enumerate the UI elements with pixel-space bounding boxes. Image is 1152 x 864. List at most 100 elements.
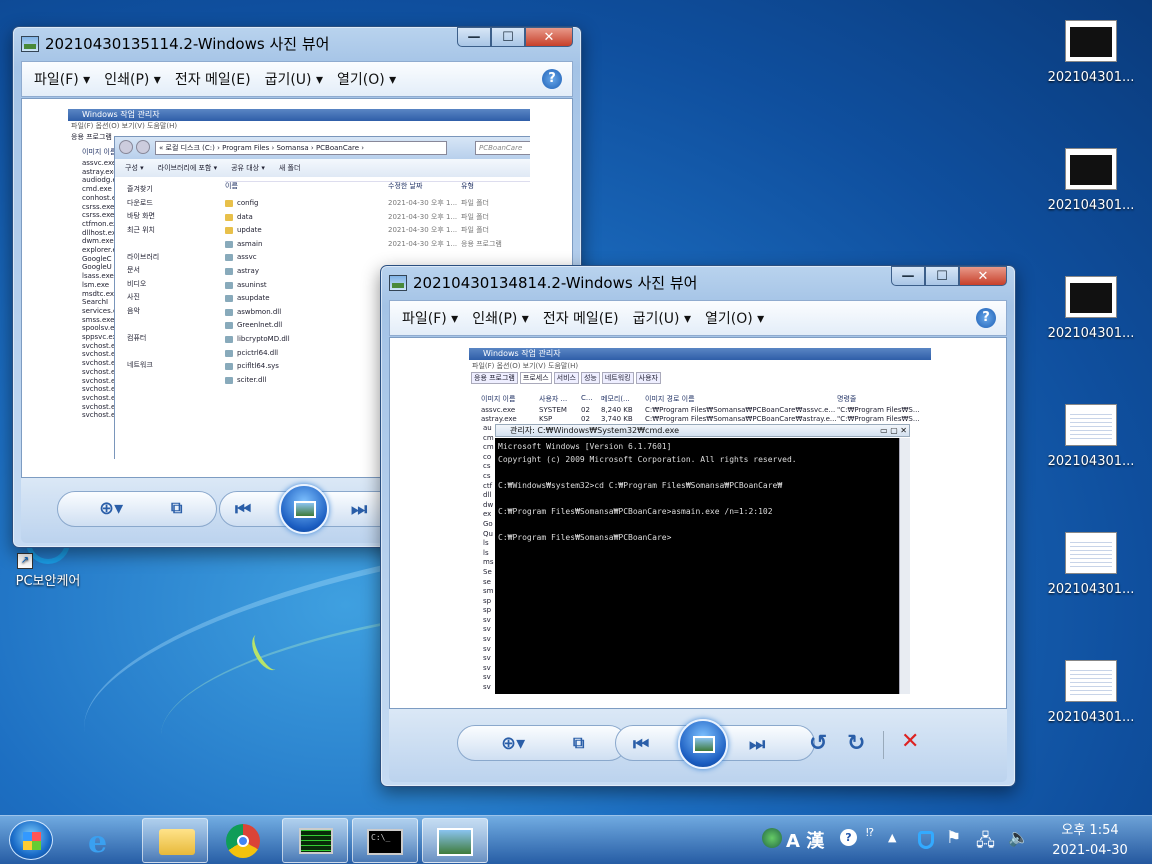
desktop-icon-screenshot[interactable]: 202104301... xyxy=(1041,660,1141,725)
slideshow-button[interactable] xyxy=(678,719,728,769)
taskbar-explorer[interactable] xyxy=(142,818,208,863)
cmd-line: C:₩Windows₩system32>cd C:₩Program Files₩… xyxy=(498,481,783,490)
help-icon[interactable]: ? xyxy=(976,308,996,328)
process-name: sv xyxy=(483,615,491,624)
menu-open[interactable]: 열기(O) ▾ xyxy=(705,308,764,328)
process-name: ms xyxy=(483,558,494,567)
process-name: sv xyxy=(483,683,491,692)
zoom-icon[interactable]: ⊕▾ xyxy=(99,498,123,519)
forward-icon xyxy=(136,140,150,154)
file-row: data 2021-04-30 오후 1... 파일 폴더 xyxy=(225,211,530,225)
menu-email[interactable]: 전자 메일(E) xyxy=(175,69,251,89)
next-icon[interactable]: ⏭ xyxy=(749,734,765,755)
file-icon xyxy=(225,295,233,303)
desktop-icon-screenshot[interactable]: 202104301... xyxy=(1041,148,1141,213)
file-icon xyxy=(225,335,233,343)
next-icon[interactable]: ⏭ xyxy=(351,499,367,520)
security-agent-icon[interactable] xyxy=(918,831,934,849)
process-name: dll xyxy=(483,491,492,500)
cmd-line: C:₩Program Files₩Somansa₩PCBoanCare>asma… xyxy=(498,507,773,516)
minimize-button[interactable]: — xyxy=(891,266,925,286)
file-icon xyxy=(225,254,233,262)
file-icon xyxy=(225,200,233,207)
process-name: sv xyxy=(483,673,491,682)
cmd-console[interactable]: Microsoft Windows [Version 6.1.7601] Copy… xyxy=(495,438,899,694)
rotate-left-icon[interactable]: ↺ xyxy=(809,731,827,756)
maximize-button[interactable]: ☐ xyxy=(925,266,959,286)
menu-open[interactable]: 열기(O) ▾ xyxy=(337,69,396,89)
help-icon[interactable]: ? xyxy=(542,69,562,89)
volume-icon[interactable]: 🔈 xyxy=(1008,828,1029,848)
desktop-icon-screenshot[interactable]: 202104301... xyxy=(1041,404,1141,469)
ime-indicator[interactable]: A 漢 xyxy=(786,827,824,853)
taskbar: e C:\_ A 漢 ? ⁉ ▲ ⚑ 🖧 🔈 오후 1:54 2021-04-3… xyxy=(0,815,1152,864)
window-title: 20210430134814.2-Windows 사진 뷰어 xyxy=(389,272,697,293)
menu-burn[interactable]: 굽기(U) ▾ xyxy=(633,308,691,328)
ime-options-icon[interactable]: ⁉ xyxy=(866,826,874,839)
file-name: libcryptoMD.dll xyxy=(237,334,290,343)
desktop-icon-label: PC보안케어 xyxy=(15,574,81,589)
desktop-icon-screenshot[interactable]: 202104301... xyxy=(1041,20,1141,85)
network-icon[interactable]: 🖧 xyxy=(976,828,995,857)
file-type: 파일 폴더 xyxy=(461,212,489,221)
photo-viewer-window-front[interactable]: 20210430134814.2-Windows 사진 뷰어 — ☐ ✕ 파일(… xyxy=(380,265,1016,787)
menu-file[interactable]: 파일(F) ▾ xyxy=(402,308,458,328)
file-date: 2021-04-30 오후 1... xyxy=(388,239,458,248)
cmd-line: Copyright (c) 2009 Microsoft Corporation… xyxy=(498,455,797,464)
menu-burn[interactable]: 굽기(U) ▾ xyxy=(265,69,323,89)
file-icon xyxy=(225,267,233,275)
desktop-icon-screenshot[interactable]: 202104301... xyxy=(1041,276,1141,341)
file-name: assvc xyxy=(237,253,257,262)
language-bar-icon[interactable] xyxy=(762,828,782,848)
fit-window-icon[interactable]: ⧉ xyxy=(573,733,584,753)
ime-help-icon[interactable]: ? xyxy=(840,829,857,846)
process-name: ctf xyxy=(483,481,493,490)
slideshow-button[interactable] xyxy=(279,484,329,534)
desktop-icon-label: 202104301... xyxy=(1047,454,1135,469)
nav-pane-item: 최근 위치 xyxy=(127,225,155,234)
action-center-flag-icon[interactable]: ⚑ xyxy=(946,828,961,848)
close-button[interactable]: ✕ xyxy=(959,266,1007,286)
taskbar-task-manager[interactable] xyxy=(282,818,348,863)
cmd-scrollbar[interactable] xyxy=(899,438,910,694)
previous-icon[interactable]: ⏮ xyxy=(633,734,649,755)
delete-icon[interactable]: ✕ xyxy=(901,729,919,754)
zoom-icon[interactable]: ⊕▾ xyxy=(501,733,525,754)
process-name: ls xyxy=(483,539,489,548)
file-type: 파일 폴더 xyxy=(461,199,489,207)
taskbar-photo-viewer[interactable] xyxy=(422,818,488,863)
file-name: aswbmon.dll xyxy=(237,307,282,316)
menu-file[interactable]: 파일(F) ▾ xyxy=(34,69,90,89)
back-icon xyxy=(119,140,133,154)
file-row: asmain 2021-04-30 오후 1... 응용 프로그램 xyxy=(225,238,530,252)
taskbar-chrome[interactable] xyxy=(212,818,278,863)
cmd-window-controls: ▭ ▢ ✕ xyxy=(880,426,907,435)
column-header: 이미지 이름 xyxy=(481,395,516,403)
file-type: 파일 폴더 xyxy=(461,226,489,235)
menu-print[interactable]: 인쇄(P) ▾ xyxy=(104,69,161,89)
show-hidden-icons-icon[interactable]: ▲ xyxy=(888,831,896,844)
column-header: 사용자 ... xyxy=(539,395,568,403)
menu-email[interactable]: 전자 메일(E) xyxy=(543,308,619,328)
previous-icon[interactable]: ⏮ xyxy=(235,499,251,520)
nav-pane-item: 문서 xyxy=(127,266,140,274)
desktop-icon-screenshot[interactable]: 202104301... xyxy=(1041,532,1141,597)
clock[interactable]: 오후 1:54 2021-04-30 xyxy=(1040,821,1140,861)
close-button[interactable]: ✕ xyxy=(525,27,573,47)
taskbar-cmd[interactable]: C:\_ xyxy=(352,818,418,863)
start-button[interactable] xyxy=(9,820,53,860)
fit-window-icon[interactable]: ⧉ xyxy=(171,498,182,518)
process-cell: C:₩Program Files₩Somansa₩PCBoanCare₩assv… xyxy=(645,406,836,414)
file-icon xyxy=(225,213,233,221)
menu-print[interactable]: 인쇄(P) ▾ xyxy=(472,308,529,328)
explorer-toolbar-item: 공유 대상 ▾ xyxy=(231,164,265,172)
minimize-button[interactable]: — xyxy=(457,27,491,47)
nav-pane-item: 비디오 xyxy=(127,279,147,288)
taskbar-ie[interactable]: e xyxy=(72,818,138,863)
rotate-right-icon[interactable]: ↻ xyxy=(847,731,865,756)
column-header: 유형 xyxy=(461,182,474,190)
maximize-button[interactable]: ☐ xyxy=(491,27,525,47)
process-name: cm xyxy=(483,433,494,442)
taskmgr-tab: 프로세스 xyxy=(519,372,552,384)
nav-pane-item: 라이브러리 xyxy=(127,252,160,261)
